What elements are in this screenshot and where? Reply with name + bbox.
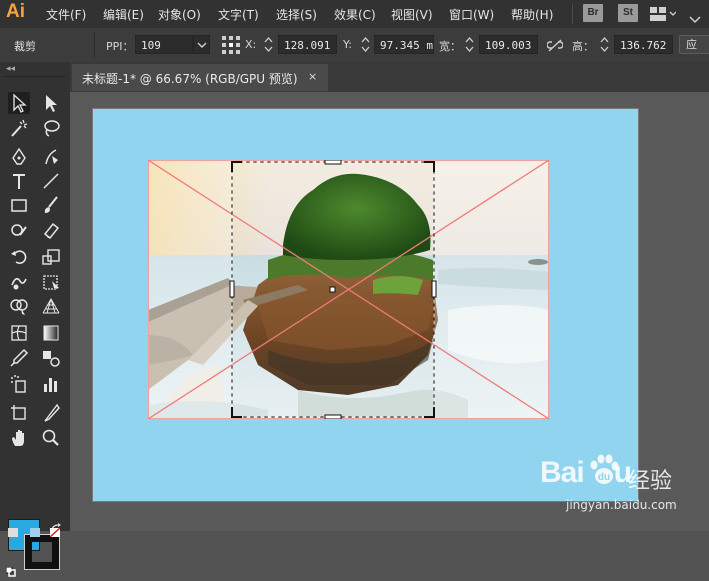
warp-tool-icon[interactable] <box>8 271 30 293</box>
pen-tool-icon[interactable] <box>8 146 30 168</box>
menu-object[interactable]: 对象(O) <box>158 6 201 23</box>
artboard-tool-icon[interactable] <box>8 402 30 424</box>
rotate-tool-icon[interactable] <box>8 246 30 268</box>
shaper-tool-icon[interactable] <box>8 219 30 241</box>
gradient-tool-icon[interactable] <box>40 322 62 344</box>
menu-bar: Ai 文件(F) 编辑(E) 对象(O) 文字(T) 选择(S) 效果(C) 视… <box>0 0 709 28</box>
control-bar: 裁剪 PPI： 109 X: 128.091 m Y: 97.345 mm 宽：… <box>0 28 709 63</box>
document-tab-title: 未标题-1* @ 66.67% (RGB/GPU 预览) <box>82 72 298 86</box>
watermark-url: jingyan.baidu.com <box>566 498 677 512</box>
height-stepper[interactable] <box>598 35 611 54</box>
width-label: 宽： <box>439 40 461 53</box>
perspective-grid-tool-icon[interactable] <box>40 295 62 317</box>
selection-tool-icon[interactable] <box>8 92 30 114</box>
menu-separator <box>572 4 573 24</box>
paintbrush-tool-icon[interactable] <box>40 194 62 216</box>
x-field[interactable]: 128.091 m <box>278 35 337 54</box>
mesh-tool-icon[interactable] <box>8 322 30 344</box>
menu-select[interactable]: 选择(S) <box>276 6 317 23</box>
width-field[interactable]: 109.003 m <box>479 35 538 54</box>
svg-text:du: du <box>598 472 610 483</box>
menu-effect[interactable]: 效果(C) <box>334 6 376 23</box>
baidu-jingyan-watermark: Bai u du 经验 jingyan.baidu.com <box>540 450 700 526</box>
none-mode-icon[interactable] <box>49 522 61 541</box>
free-transform-tool-icon[interactable] <box>40 271 62 293</box>
crop-mode-label: 裁剪 <box>14 40 36 53</box>
menu-type[interactable]: 文字(T) <box>218 6 259 23</box>
placed-image[interactable] <box>148 160 549 419</box>
apply-button[interactable]: 应 <box>679 35 709 54</box>
symbol-sprayer-tool-icon[interactable] <box>8 373 30 395</box>
watermark-jingyan: 经验 <box>628 469 673 494</box>
color-mode-icon[interactable] <box>8 522 18 541</box>
divider <box>94 32 95 58</box>
slice-tool-icon[interactable] <box>40 402 62 424</box>
zoom-tool-icon[interactable] <box>40 427 62 449</box>
height-field[interactable]: 136.762 m <box>614 35 673 54</box>
menu-edit[interactable]: 编辑(E) <box>103 6 144 23</box>
lasso-tool-icon[interactable] <box>40 117 62 139</box>
x-stepper[interactable] <box>262 35 275 54</box>
type-tool-icon[interactable] <box>8 170 30 192</box>
hand-tool-icon[interactable] <box>8 427 30 449</box>
eyedropper-tool-icon[interactable] <box>8 347 30 369</box>
document-tab[interactable]: 未标题-1* @ 66.67% (RGB/GPU 预览) × <box>72 64 328 91</box>
shape-builder-tool-icon[interactable] <box>8 295 30 317</box>
blend-tool-icon[interactable] <box>40 347 62 369</box>
close-tab-icon[interactable]: × <box>308 70 317 83</box>
coastal-rock-photo <box>148 160 549 419</box>
width-stepper[interactable] <box>463 35 476 54</box>
default-fill-stroke-icon[interactable] <box>5 562 16 581</box>
stock-badge[interactable]: St <box>618 4 638 22</box>
bridge-badge[interactable]: Br <box>583 4 603 22</box>
collapse-panel-icon[interactable]: ◂◂ <box>6 64 15 74</box>
menu-window[interactable]: 窗口(W) <box>449 6 494 23</box>
app-logo: Ai <box>6 1 25 22</box>
rectangle-tool-icon[interactable] <box>8 194 30 216</box>
direct-selection-tool-icon[interactable] <box>40 92 62 114</box>
scale-tool-icon[interactable] <box>40 246 62 268</box>
x-label: X: <box>245 38 257 51</box>
menu-file[interactable]: 文件(F) <box>46 6 86 23</box>
constrain-proportions-icon[interactable] <box>546 38 564 57</box>
eraser-tool-icon[interactable] <box>40 219 62 241</box>
y-stepper[interactable] <box>359 35 372 54</box>
menu-view[interactable]: 视图(V) <box>391 6 433 23</box>
divider <box>4 76 66 77</box>
ppi-label: PPI： <box>106 40 134 53</box>
menu-help[interactable]: 帮助(H) <box>511 6 553 23</box>
reference-point-icon[interactable] <box>222 36 240 58</box>
y-field[interactable]: 97.345 mm <box>374 35 434 54</box>
magic-wand-tool-icon[interactable] <box>8 117 30 139</box>
line-segment-tool-icon[interactable] <box>40 170 62 192</box>
column-graph-tool-icon[interactable] <box>40 373 62 395</box>
more-menu-icon[interactable] <box>688 10 702 29</box>
height-label: 高： <box>572 40 594 53</box>
baidu-paw-icon: du <box>588 454 620 492</box>
tools-panel: ◂◂ <box>0 62 70 577</box>
ppi-field[interactable]: 109 <box>135 35 193 54</box>
gradient-mode-icon[interactable] <box>30 522 40 541</box>
curvature-tool-icon[interactable] <box>40 146 62 168</box>
workspace-switcher-icon[interactable] <box>650 6 677 25</box>
y-label: Y: <box>343 38 352 51</box>
ppi-dropdown[interactable] <box>193 35 210 54</box>
